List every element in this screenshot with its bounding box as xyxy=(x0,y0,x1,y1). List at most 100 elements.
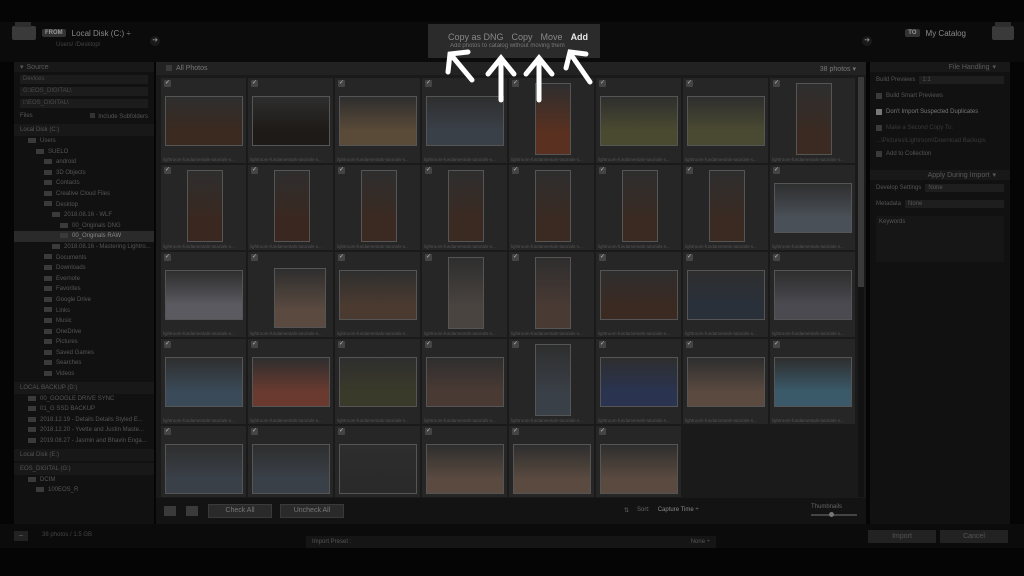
photo-checkbox[interactable]: ✓ xyxy=(425,428,432,435)
photo-checkbox[interactable]: ✓ xyxy=(599,341,606,348)
folder-item[interactable]: Searches xyxy=(14,358,154,369)
photo-checkbox[interactable]: ✓ xyxy=(512,428,519,435)
photo-checkbox[interactable]: ✓ xyxy=(338,167,345,174)
photo-checkbox[interactable]: ✓ xyxy=(251,428,258,435)
folder-item[interactable]: Downloads xyxy=(14,263,154,274)
photo-checkbox[interactable]: ✓ xyxy=(164,80,171,87)
folder-item[interactable]: DCIM xyxy=(14,475,154,486)
photo-cell[interactable]: ✓lightroom-fundamentals-tutorials-s... xyxy=(160,164,247,251)
folder-item[interactable]: Videos xyxy=(14,369,154,380)
second-copy-row[interactable]: Make a Second Copy To: xyxy=(870,120,1010,136)
keywords-field[interactable]: Keywords xyxy=(876,216,1004,262)
photo-checkbox[interactable]: ✓ xyxy=(251,167,258,174)
volume-header[interactable]: EOS_DIGITAL (G:) xyxy=(14,462,154,475)
photo-cell[interactable]: ✓lightroom-fundamentals-tutorials-s... xyxy=(508,338,595,425)
sort-value[interactable]: Capture Time ÷ xyxy=(658,507,699,514)
photo-checkbox[interactable]: ✓ xyxy=(773,341,780,348)
folder-item[interactable]: Desktop xyxy=(14,200,154,211)
photo-checkbox[interactable]: ✓ xyxy=(164,428,171,435)
photo-checkbox[interactable]: ✓ xyxy=(773,80,780,87)
photo-cell[interactable]: ✓lightroom-fundamentals-tutorials-s... xyxy=(595,338,682,425)
destination-selector[interactable]: TO My Catalog xyxy=(905,22,1014,40)
folder-item[interactable]: Saved Games xyxy=(14,348,154,359)
folder-item[interactable]: Favorites xyxy=(14,284,154,295)
photo-checkbox[interactable]: ✓ xyxy=(338,80,345,87)
folder-item[interactable]: Documents xyxy=(14,253,154,264)
folder-item[interactable]: SUELO xyxy=(14,147,154,158)
photo-checkbox[interactable]: ✓ xyxy=(251,80,258,87)
folder-item[interactable]: Music xyxy=(14,316,154,327)
metadata-select[interactable]: None xyxy=(905,200,1004,208)
photo-cell[interactable]: ✓lightroom-fundamentals-tutorials-s... xyxy=(769,338,856,425)
photo-cell[interactable]: ✓lightroom-fundamentals-tutorials-s... xyxy=(682,338,769,425)
photo-checkbox[interactable]: ✓ xyxy=(512,341,519,348)
photo-cell[interactable]: ✓lightroom-fundamentals-tutorials-s... xyxy=(595,164,682,251)
folder-item[interactable]: Evernote xyxy=(14,274,154,285)
duplicates-row[interactable]: Don't Import Suspected Duplicates xyxy=(870,104,1010,120)
folder-item[interactable]: 00_Originals DNG xyxy=(14,221,154,232)
folder-item[interactable]: OneDrive xyxy=(14,327,154,338)
photo-cell[interactable]: ✓lightroom-fundamentals-tutorials-s... xyxy=(421,338,508,425)
photo-checkbox[interactable]: ✓ xyxy=(338,428,345,435)
photo-checkbox[interactable]: ✓ xyxy=(338,254,345,261)
photo-cell[interactable]: ✓lightroom-fundamentals-tutorials-s... xyxy=(247,425,334,497)
import-preset-value[interactable]: None ÷ xyxy=(691,536,710,548)
apply-during-import-header[interactable]: Apply During Import ▾ xyxy=(870,170,1010,180)
photo-cell[interactable]: ✓lightroom-fundamentals-tutorials-s... xyxy=(421,251,508,338)
photo-cell[interactable]: ✓lightroom-fundamentals-tutorials-s... xyxy=(421,164,508,251)
folder-item[interactable]: 3D Objects xyxy=(14,168,154,179)
source-selector[interactable]: FROM Local Disk (C:) ÷ xyxy=(12,22,131,40)
photo-cell[interactable]: ✓lightroom-fundamentals-tutorials-s... xyxy=(421,77,508,164)
photo-cell[interactable]: ✓lightroom-fundamentals-tutorials-s... xyxy=(160,425,247,497)
folder-item[interactable]: android xyxy=(14,157,154,168)
photo-checkbox[interactable]: ✓ xyxy=(251,341,258,348)
import-mode-add[interactable]: Add xyxy=(571,32,589,42)
scrollbar-thumb[interactable] xyxy=(858,77,864,287)
dropdown-icon[interactable]: ▾ xyxy=(852,66,856,73)
uncheck-all-button[interactable]: Uncheck All xyxy=(280,504,344,518)
folder-item[interactable]: 00_Originals RAW xyxy=(14,231,154,242)
folder-item[interactable]: 2018.12.20 - Yvette and Justin Maste... xyxy=(14,425,154,436)
photo-cell[interactable]: ✓lightroom-fundamentals-tutorials-s... xyxy=(160,251,247,338)
select-all-checkbox[interactable] xyxy=(166,65,172,72)
photo-checkbox[interactable]: ✓ xyxy=(686,254,693,261)
develop-settings-select[interactable]: None xyxy=(925,184,1004,192)
photo-cell[interactable]: ✓lightroom-fundamentals-tutorials-s... xyxy=(769,77,856,164)
photo-checkbox[interactable]: ✓ xyxy=(164,167,171,174)
folder-item[interactable]: 100EOS_R xyxy=(14,485,154,496)
grid-scrollbar[interactable] xyxy=(858,77,864,497)
photo-cell[interactable]: ✓lightroom-fundamentals-tutorials-s... xyxy=(595,77,682,164)
thumbnail-size-slider[interactable] xyxy=(811,512,857,517)
photo-checkbox[interactable]: ✓ xyxy=(164,254,171,261)
arrow-right-icon[interactable]: ➜ xyxy=(862,36,872,46)
photo-cell[interactable]: ✓lightroom-fundamentals-tutorials-s... xyxy=(247,338,334,425)
collapse-button[interactable]: − xyxy=(14,531,28,541)
photo-cell[interactable]: ✓lightroom-fundamentals-tutorials-s... xyxy=(508,164,595,251)
loupe-view-icon[interactable] xyxy=(186,506,198,516)
photo-checkbox[interactable]: ✓ xyxy=(512,254,519,261)
folder-item[interactable]: 2018.08.16 - Mastering Lightro... xyxy=(14,242,154,253)
folder-item[interactable]: Creative Cloud Files xyxy=(14,189,154,200)
checkbox[interactable] xyxy=(876,125,882,131)
photo-checkbox[interactable]: ✓ xyxy=(338,341,345,348)
sort-control[interactable]: ⇅ Sort: Capture Time ÷ xyxy=(624,507,699,514)
folder-item[interactable]: 01_G SSD BACKUP xyxy=(14,404,154,415)
photo-checkbox[interactable]: ✓ xyxy=(686,341,693,348)
check-all-button[interactable]: Check All xyxy=(208,504,272,518)
from-location[interactable]: Local Disk (C:) ÷ xyxy=(72,29,131,38)
photo-cell[interactable]: ✓lightroom-fundamentals-tutorials-s... xyxy=(334,164,421,251)
photo-checkbox[interactable]: ✓ xyxy=(164,341,171,348)
volume-header[interactable]: Local Disk (E:) xyxy=(14,448,154,461)
checkbox[interactable] xyxy=(876,93,882,99)
photo-checkbox[interactable]: ✓ xyxy=(425,167,432,174)
photo-checkbox[interactable]: ✓ xyxy=(773,254,780,261)
photo-checkbox[interactable]: ✓ xyxy=(425,80,432,87)
folder-item[interactable]: 2018.08.16 - WLF xyxy=(14,210,154,221)
photo-cell[interactable]: ✓lightroom-fundamentals-tutorials-s... xyxy=(595,251,682,338)
photo-checkbox[interactable]: ✓ xyxy=(686,167,693,174)
arrow-right-icon[interactable]: ➜ xyxy=(150,36,160,46)
photo-checkbox[interactable]: ✓ xyxy=(512,167,519,174)
photo-cell[interactable]: ✓lightroom-fundamentals-tutorials-s... xyxy=(247,164,334,251)
folder-item[interactable]: 2019.08.27 - Jasmin and Bhavin Enga... xyxy=(14,436,154,447)
photo-checkbox[interactable]: ✓ xyxy=(599,254,606,261)
